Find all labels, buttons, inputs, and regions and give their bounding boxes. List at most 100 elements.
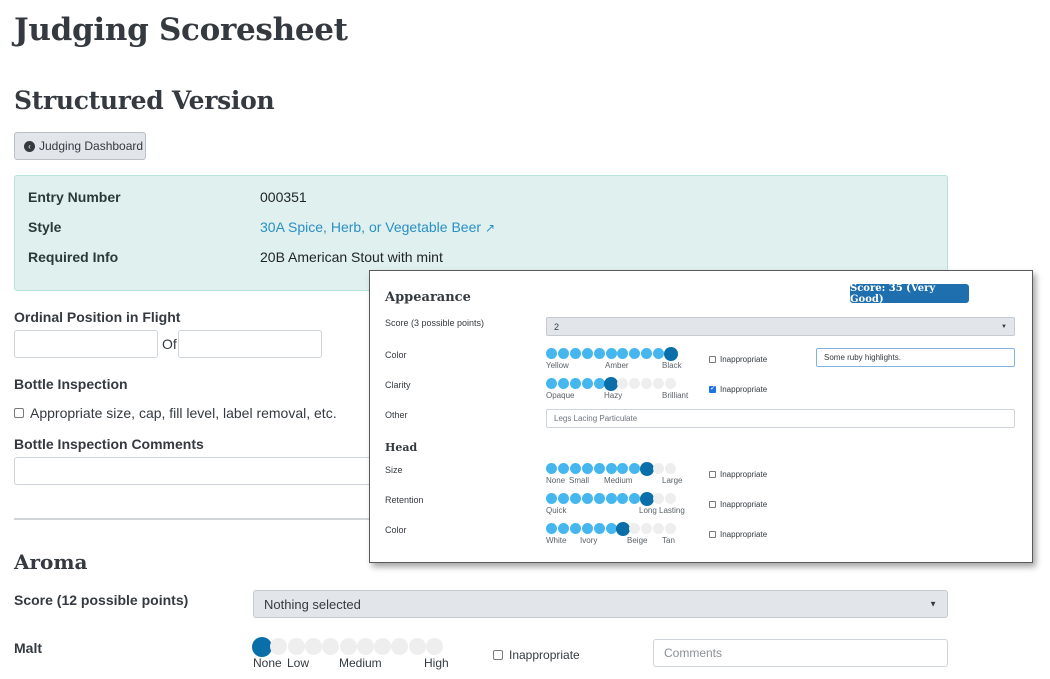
color-inappropriate-label: Inappropriate <box>720 355 768 364</box>
head-color-label: Color <box>385 525 407 535</box>
slider-step <box>593 348 605 359</box>
external-link-icon: ↗ <box>484 221 495 235</box>
slider-step <box>569 348 581 359</box>
size-tick-large: Large <box>662 476 683 485</box>
malt-comments-placeholder: Comments <box>664 646 723 660</box>
retention-inappropriate-label: Inappropriate <box>720 500 768 509</box>
ordinal-position-input[interactable] <box>14 330 158 358</box>
aroma-score-select[interactable]: Nothing selected ▼ <box>253 590 948 618</box>
section-divider <box>14 518 414 520</box>
slider-step <box>653 463 665 474</box>
retention-label: Retention <box>385 495 424 505</box>
slider-handle[interactable] <box>639 491 654 506</box>
slider-handle[interactable] <box>663 346 678 361</box>
slider-step <box>374 638 392 655</box>
page-title: Judging Scoresheet <box>14 12 348 48</box>
head-color-slider[interactable] <box>546 521 676 536</box>
slider-step <box>629 493 641 504</box>
size-tick-small: Small <box>569 476 590 485</box>
clarity-tick-opaque: Opaque <box>546 391 575 400</box>
size-inappropriate-label: Inappropriate <box>720 470 768 479</box>
slider-step <box>408 638 426 655</box>
size-tick-medium: Medium <box>604 476 633 485</box>
slider-step <box>641 348 653 359</box>
slider-step <box>322 638 340 655</box>
head-heading: Head <box>385 441 418 454</box>
malt-inappropriate-option[interactable]: Inappropriate <box>493 648 580 662</box>
bottle-comments-input[interactable] <box>14 457 414 485</box>
slider-step <box>581 493 593 504</box>
malt-tick-none: None <box>253 656 282 670</box>
slider-handle[interactable] <box>639 461 654 476</box>
color-tick-black: Black <box>662 361 682 370</box>
clarity-inappropriate-checkbox[interactable] <box>709 384 716 393</box>
chevron-left-circle-icon: ‹ <box>24 140 35 152</box>
slider-step <box>653 523 665 534</box>
slider-step <box>653 378 665 389</box>
slider-step <box>546 463 557 474</box>
color-slider[interactable] <box>546 346 678 361</box>
style-link[interactable]: 30A Spice, Herb, or Vegetable Beer ↗ <box>260 219 495 235</box>
required-info-value: 20B American Stout with mint <box>260 249 443 265</box>
slider-step <box>557 523 569 534</box>
malt-label: Malt <box>14 640 42 656</box>
slider-step <box>665 523 676 534</box>
slider-step <box>593 463 605 474</box>
clarity-slider[interactable] <box>546 376 676 391</box>
other-input[interactable]: Legs Lacing Particulate <box>546 409 1015 428</box>
caret-down-icon: ▼ <box>929 599 937 609</box>
slider-step <box>569 493 581 504</box>
bottle-inspection-option[interactable]: Appropriate size, cap, fill level, label… <box>14 405 337 421</box>
slider-step <box>304 638 322 655</box>
slider-step <box>593 378 605 389</box>
slider-step <box>629 378 641 389</box>
slider-handle[interactable] <box>604 376 618 391</box>
slider-step <box>653 493 665 504</box>
slider-step <box>270 638 288 655</box>
color-tick-yellow: Yellow <box>546 361 569 370</box>
clarity-tick-brilliant: Brilliant <box>662 391 689 400</box>
color-tick-amber: Amber <box>605 361 629 370</box>
slider-step <box>581 348 593 359</box>
retention-tick-quick: Quick <box>546 506 567 515</box>
of-label: Of <box>162 336 177 352</box>
bottle-inspection-checkbox[interactable] <box>14 408 24 418</box>
slider-step <box>581 463 593 474</box>
page-subtitle: Structured Version <box>14 86 275 115</box>
head-color-inappropriate-checkbox[interactable] <box>709 531 716 538</box>
bottle-inspection-checkbox-label: Appropriate size, cap, fill level, label… <box>30 405 337 421</box>
slider-step <box>391 638 409 655</box>
malt-inappropriate-checkbox[interactable] <box>493 650 503 660</box>
slider-step <box>287 638 305 655</box>
aroma-score-value: Nothing selected <box>264 596 361 612</box>
slider-step <box>593 523 605 534</box>
slider-step <box>557 463 569 474</box>
judging-dashboard-button[interactable]: ‹ Judging Dashboard <box>14 132 146 160</box>
malt-tick-medium: Medium <box>339 656 382 670</box>
malt-slider[interactable] <box>251 636 443 658</box>
judging-dashboard-label: Judging Dashboard <box>39 139 144 153</box>
malt-comments-input[interactable]: Comments <box>653 639 948 667</box>
size-label: Size <box>385 465 403 475</box>
slider-step <box>546 348 557 359</box>
slider-step <box>593 493 605 504</box>
appearance-score-label: Score (3 possible points) <box>385 318 485 328</box>
flight-total-input[interactable] <box>178 330 322 358</box>
slider-handle[interactable] <box>251 636 272 657</box>
slider-step <box>546 378 557 389</box>
head-color-tick-white: White <box>546 536 567 545</box>
retention-slider[interactable] <box>546 491 676 506</box>
slider-step <box>629 463 641 474</box>
slider-step <box>339 638 357 655</box>
slider-step <box>426 638 443 655</box>
size-slider[interactable] <box>546 461 676 476</box>
retention-inappropriate-checkbox[interactable] <box>709 501 716 508</box>
color-comment-input[interactable]: Some ruby highlights. <box>816 348 1015 367</box>
appearance-panel: Appearance Score: 35 (Very Good) Score (… <box>369 270 1033 563</box>
size-inappropriate-checkbox[interactable] <box>709 471 716 478</box>
appearance-score-select[interactable]: 2 ▼ <box>546 317 1015 336</box>
color-inappropriate-checkbox[interactable] <box>709 356 716 363</box>
required-info-label: Required Info <box>28 249 119 265</box>
bottle-inspection-label: Bottle Inspection <box>14 376 128 392</box>
slider-handle[interactable] <box>615 521 630 536</box>
